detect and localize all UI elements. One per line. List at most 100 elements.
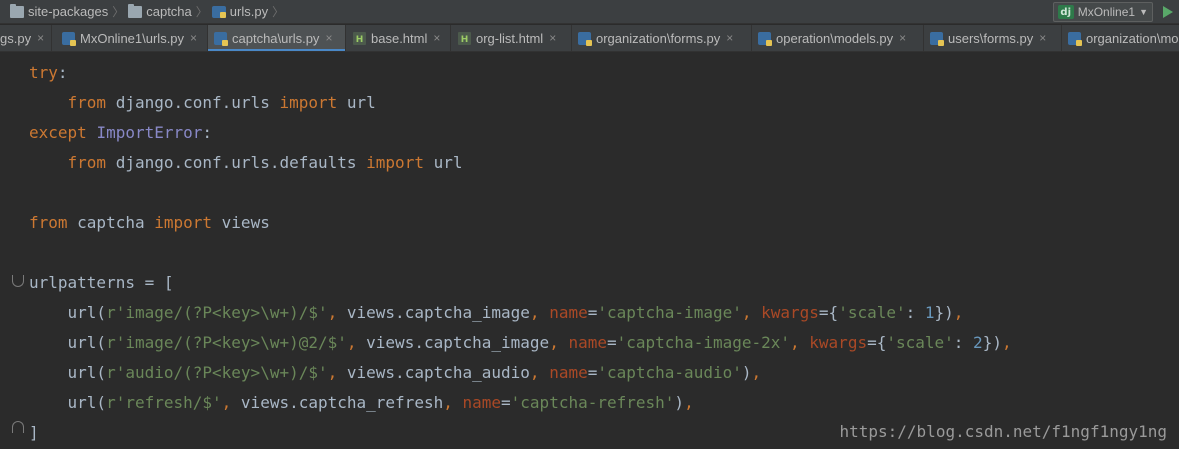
close-icon[interactable]: × (549, 31, 556, 45)
code-token: = (606, 333, 617, 352)
code-token: ImportError (96, 123, 203, 142)
close-icon[interactable]: × (899, 31, 906, 45)
tab-gs-py[interactable]: gs.py × (0, 25, 52, 51)
fold-collapse-icon[interactable] (12, 275, 24, 287)
code-token: ={ (818, 303, 839, 322)
breadcrumb-urls-py[interactable]: urls.py (211, 0, 272, 24)
code-token: ={ (867, 333, 887, 352)
code-line[interactable] (29, 178, 1012, 208)
code-line[interactable]: try: (29, 58, 1012, 88)
breadcrumb-separator: 〉 (272, 5, 285, 19)
code-line[interactable]: url(r'refresh/$', views.captcha_refresh,… (29, 388, 1012, 418)
html-file-icon: H (458, 31, 471, 45)
code-token: 'scale' (886, 333, 954, 352)
code-token: , (443, 393, 463, 412)
close-icon[interactable]: × (1039, 31, 1046, 45)
code-token: views (212, 213, 270, 232)
code-line[interactable]: url(r'image/(?P<key>\w+)@2/$', views.cap… (29, 328, 1012, 358)
code-token: ) (674, 393, 685, 412)
tab-organization-forms-py[interactable]: organization\forms.py × (572, 25, 752, 51)
code-token: , (953, 303, 964, 322)
editor-tab-bar: gs.py × MxOnline1\urls.py × captcha\urls… (0, 25, 1179, 52)
code-token: url( (29, 393, 107, 412)
breadcrumb-site-packages[interactable]: site-packages (0, 0, 112, 24)
code-token: }) (934, 303, 954, 322)
code-token: = (501, 393, 511, 412)
code-token: , (529, 363, 550, 382)
code-token: django.conf.urls.defaults (106, 153, 367, 172)
code-line[interactable]: except ImportError: (29, 118, 1012, 148)
code-token: : (905, 303, 925, 322)
python-file-icon (930, 31, 944, 46)
code-token: kwargs (761, 303, 819, 322)
code-token: name (568, 333, 607, 352)
code-token: 2 (973, 333, 983, 352)
close-icon[interactable]: × (726, 31, 733, 45)
code-token: django.conf.urls (106, 93, 280, 112)
tab-captcha-urls-py[interactable]: captcha\urls.py × (208, 25, 346, 51)
python-file-icon (211, 5, 226, 18)
code-token: : (57, 63, 68, 82)
code-token: , (1001, 333, 1012, 352)
tab-label: MxOnline1\urls.py (80, 30, 185, 46)
code-token: except (29, 123, 87, 142)
breadcrumb-label: urls.py (229, 4, 269, 19)
code-token: 'captcha-image-2x' (616, 333, 791, 352)
code-line[interactable]: from captcha import views (29, 208, 1012, 238)
code-token: , (790, 333, 810, 352)
code-token: , (221, 393, 241, 412)
folder-icon (10, 3, 24, 18)
code-token: , (751, 363, 762, 382)
code-token: , (346, 333, 367, 352)
code-line[interactable]: urlpatterns = [ (29, 268, 1012, 298)
tab-users-forms-py[interactable]: users\forms.py × (924, 25, 1062, 51)
code-token: url( (29, 333, 107, 352)
tab-label: org-list.html (476, 30, 544, 46)
run-toolbar: dj MxOnline1 ▼ (1052, 2, 1173, 22)
code-token: r'audio/(?P<key>\w+)/$' (106, 363, 328, 382)
close-icon[interactable]: × (433, 31, 440, 45)
tab-mxonline1-urls-py[interactable]: MxOnline1\urls.py × (56, 25, 208, 51)
close-icon[interactable]: × (325, 31, 332, 45)
code-token: r'image/(?P<key>\w+)/$' (106, 303, 328, 322)
python-file-icon (214, 31, 228, 46)
tab-label: users\forms.py (948, 30, 1034, 46)
code-token: = (587, 363, 598, 382)
breadcrumb-label: site-packages (28, 4, 109, 19)
chevron-down-icon: ▼ (1139, 7, 1148, 17)
code-token: , (549, 333, 569, 352)
code-line[interactable] (29, 238, 1012, 268)
breadcrumb-captcha[interactable]: captcha (128, 0, 196, 24)
code-token: name (549, 303, 588, 322)
run-icon[interactable] (1163, 6, 1173, 18)
tab-base-html[interactable]: H base.html × (347, 25, 451, 51)
tab-label: operation\models.py (776, 30, 894, 46)
code-token: views.captcha_image (346, 303, 530, 322)
tab-operation-models-py[interactable]: operation\models.py × (752, 25, 924, 51)
close-icon[interactable]: × (37, 31, 44, 45)
breadcrumb-separator: 〉 (195, 5, 208, 19)
python-file-icon (1068, 31, 1082, 46)
close-icon[interactable]: × (190, 31, 197, 45)
django-icon: dj (1057, 5, 1074, 19)
code-token: import (366, 153, 424, 172)
code-token: views.captcha_image (366, 333, 550, 352)
code-editor[interactable]: try: from django.conf.urls import url exc… (0, 53, 1179, 449)
code-token: kwargs (809, 333, 868, 352)
code-token: url (337, 93, 376, 112)
fold-expand-icon[interactable] (12, 421, 24, 433)
tab-organization-models-py[interactable]: organization\mo (1062, 25, 1179, 51)
html-file-icon: H (353, 31, 366, 45)
code-token: r'refresh/$' (106, 393, 222, 412)
tab-org-list-html[interactable]: H org-list.html × (452, 25, 572, 51)
code-content[interactable]: try: from django.conf.urls import url exc… (29, 58, 1012, 448)
code-token: , (684, 393, 694, 412)
code-line[interactable]: from django.conf.urls import url (29, 88, 1012, 118)
code-token: 'scale' (838, 303, 906, 322)
run-configuration-select[interactable]: dj MxOnline1 ▼ (1052, 2, 1153, 22)
code-line[interactable]: url(r'image/(?P<key>\w+)/$', views.captc… (29, 298, 1012, 328)
code-token: 'captcha-audio' (597, 363, 742, 382)
code-line[interactable]: url(r'audio/(?P<key>\w+)/$', views.captc… (29, 358, 1012, 388)
code-line[interactable]: from django.conf.urls.defaults import ur… (29, 148, 1012, 178)
